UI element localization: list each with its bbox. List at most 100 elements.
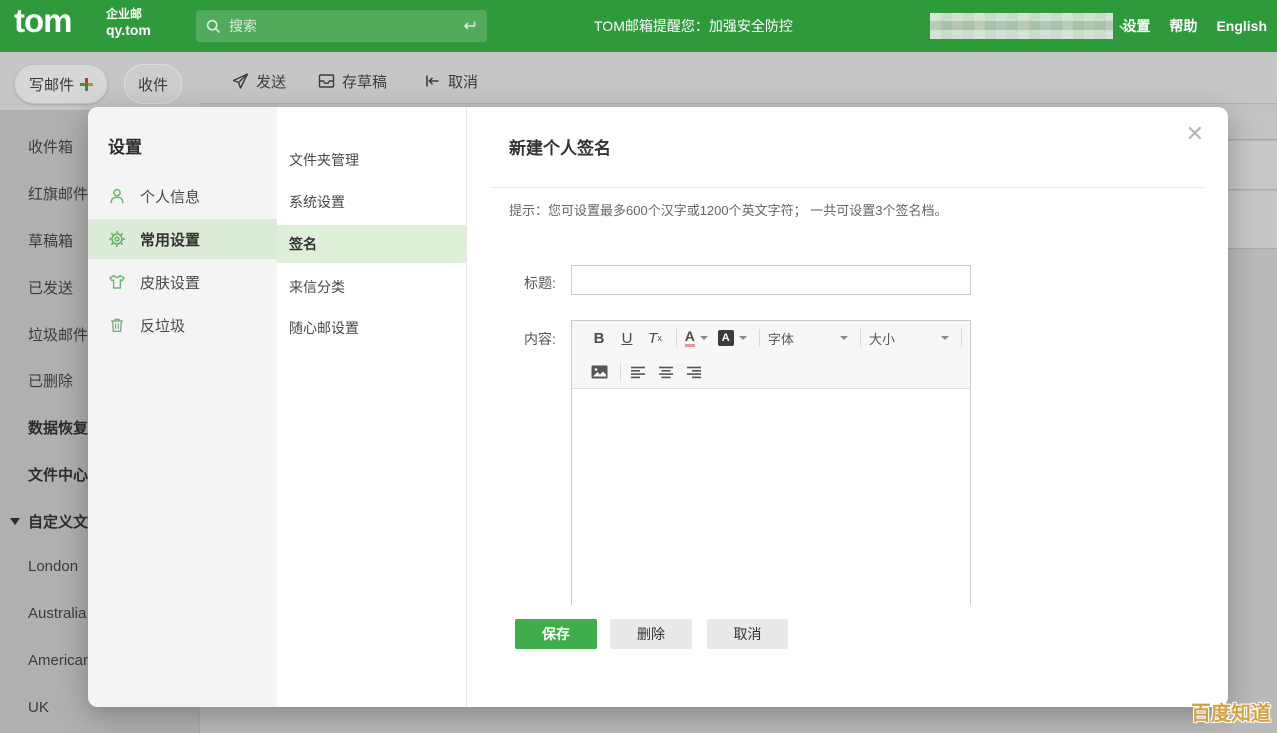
compose-button[interactable]: 写邮件 <box>14 64 108 104</box>
editor-toolbar-row1: B U Tx A A 字体 大小 <box>572 321 970 355</box>
header-link-settings[interactable]: 设置 <box>1122 16 1150 36</box>
settings-subnav-panel: 文件夹管理 系统设置 签名 来信分类 随心邮设置 <box>277 107 467 707</box>
account-name-blurred[interactable] <box>930 13 1113 39</box>
cancel-button[interactable]: 取消 <box>707 619 788 649</box>
toolbar-separator <box>620 363 621 381</box>
toolbar-separator <box>961 329 962 347</box>
sidebar-item-deleted[interactable]: 已删除 <box>28 370 73 392</box>
settings-nav-label: 个人信息 <box>140 186 200 207</box>
sidebar-item-custom-folders[interactable]: 自定义文 <box>28 511 88 533</box>
sidebar-item-inbox[interactable]: 收件箱 <box>28 136 73 158</box>
compose-label: 写邮件 <box>29 74 74 95</box>
settings-nav-personal-info[interactable]: 个人信息 <box>88 176 277 216</box>
brand-line1: 企业邮 <box>106 8 151 22</box>
settings-nav-skin[interactable]: 皮肤设置 <box>88 262 277 302</box>
signature-content-area[interactable] <box>572 389 970 605</box>
search-icon <box>206 19 221 34</box>
brand-line2: qy.tom <box>106 22 151 38</box>
settings-modal: 设置 个人信息 常用设置 皮肤设置 <box>88 107 1228 707</box>
title-field-label: 标题: <box>524 273 556 293</box>
receive-label: 收件 <box>138 74 168 95</box>
align-right-icon[interactable] <box>685 366 703 379</box>
close-icon[interactable]: ✕ <box>1186 123 1204 145</box>
subnav-signature[interactable]: 签名 <box>277 225 466 263</box>
underline-icon[interactable]: U <box>618 330 636 347</box>
search-enter-icon[interactable] <box>461 19 477 33</box>
sidebar-item-junk[interactable]: 垃圾邮件 <box>28 324 88 346</box>
signature-title-input[interactable] <box>571 265 971 295</box>
subnav-folder-management[interactable]: 文件夹管理 <box>277 141 466 179</box>
send-label: 发送 <box>256 71 286 92</box>
content-field-label: 内容: <box>524 329 556 349</box>
header-link-english[interactable]: English <box>1216 18 1267 34</box>
app-screen: tom 企业邮 qy.tom TOM邮箱提醒您：加强安全防控 设置 帮助 Eng… <box>0 0 1277 733</box>
save-button[interactable]: 保存 <box>515 619 597 649</box>
folder-collapse-icon[interactable] <box>10 518 20 525</box>
signature-panel: 新建个人签名 ✕ 提示：您可设置最多600个汉字或1200个英文字符； 一共可设… <box>467 107 1228 707</box>
cancel-icon <box>423 72 442 90</box>
user-icon <box>108 187 126 205</box>
settings-nav-label: 皮肤设置 <box>140 272 200 293</box>
header-link-help[interactable]: 帮助 <box>1169 16 1197 36</box>
save-draft-label: 存草稿 <box>342 71 387 92</box>
align-center-icon[interactable] <box>657 366 675 379</box>
settings-nav-label: 反垃圾 <box>140 315 185 336</box>
panel-title: 新建个人签名 <box>509 134 611 159</box>
text-color-icon: A <box>685 329 695 347</box>
settings-title: 设置 <box>108 133 142 158</box>
cancel-send-label: 取消 <box>448 71 478 92</box>
sidebar-item-london[interactable]: London <box>28 558 78 580</box>
font-dropdown-label: 字体 <box>768 329 794 348</box>
subnav-system-settings[interactable]: 系统设置 <box>277 183 466 221</box>
brand-text: 企业邮 qy.tom <box>106 8 151 38</box>
send-button[interactable]: 发送 <box>231 52 286 110</box>
subnav-incoming-sorting[interactable]: 来信分类 <box>277 268 466 306</box>
sidebar-item-data-recovery[interactable]: 数据恢复 <box>28 417 88 439</box>
rich-text-editor: B U Tx A A 字体 大小 <box>571 320 971 605</box>
cancel-send-button[interactable]: 取消 <box>423 52 478 110</box>
bg-color-dropdown[interactable]: A <box>718 330 747 346</box>
trash-icon <box>108 316 126 334</box>
chevron-down-icon <box>700 336 708 340</box>
bg-color-icon: A <box>718 330 734 346</box>
sidebar-item-flagged[interactable]: 红旗邮件 <box>28 183 88 205</box>
font-family-dropdown[interactable]: 字体 <box>768 329 848 348</box>
save-draft-button[interactable]: 存草稿 <box>317 52 387 110</box>
mail-toolbar: 写邮件 收件 发送 存草稿 取消 <box>0 52 1277 110</box>
search-box[interactable] <box>196 10 487 42</box>
baidu-zhidao-watermark: 百度知道 <box>1191 697 1271 726</box>
align-left-icon[interactable] <box>629 366 647 379</box>
subnav-suixin-mail[interactable]: 随心邮设置 <box>277 309 466 347</box>
chevron-down-icon <box>941 336 949 340</box>
draft-icon <box>317 72 336 90</box>
sidebar-item-american[interactable]: American <box>28 652 91 674</box>
delete-button[interactable]: 删除 <box>610 619 692 649</box>
settings-nav-label: 常用设置 <box>140 229 200 250</box>
sidebar-item-drafts[interactable]: 草稿箱 <box>28 230 73 252</box>
font-size-dropdown[interactable]: 大小 <box>869 329 949 348</box>
settings-nav-antispam[interactable]: 反垃圾 <box>88 305 277 345</box>
toolbar-separator <box>860 329 861 347</box>
clear-format-icon[interactable]: Tx <box>646 330 664 347</box>
receive-button[interactable]: 收件 <box>124 64 182 104</box>
chevron-down-icon <box>739 336 747 340</box>
shirt-icon <box>108 273 126 291</box>
sidebar-item-uk[interactable]: UK <box>28 699 49 721</box>
sidebar-item-file-center[interactable]: 文件中心 <box>28 464 88 486</box>
sidebar-item-australia[interactable]: Australia <box>28 605 86 627</box>
signature-hint: 提示：您可设置最多600个汉字或1200个英文字符； 一共可设置3个签名档。 <box>509 200 947 219</box>
compose-plus-icon <box>80 78 93 91</box>
search-input[interactable] <box>229 18 461 34</box>
settings-nav-panel: 设置 个人信息 常用设置 皮肤设置 <box>88 107 277 707</box>
chevron-down-icon <box>840 336 848 340</box>
clear-format-glyph: T <box>648 330 657 347</box>
toolbar-separator <box>759 329 760 347</box>
settings-nav-general[interactable]: 常用设置 <box>88 219 277 259</box>
bold-icon[interactable]: B <box>590 330 608 347</box>
insert-image-icon[interactable] <box>590 365 608 379</box>
editor-toolbar: B U Tx A A 字体 大小 <box>572 321 970 389</box>
editor-toolbar-row2 <box>572 355 970 389</box>
size-dropdown-label: 大小 <box>869 329 895 348</box>
sidebar-item-sent[interactable]: 已发送 <box>28 277 73 299</box>
text-color-dropdown[interactable]: A <box>685 329 708 347</box>
